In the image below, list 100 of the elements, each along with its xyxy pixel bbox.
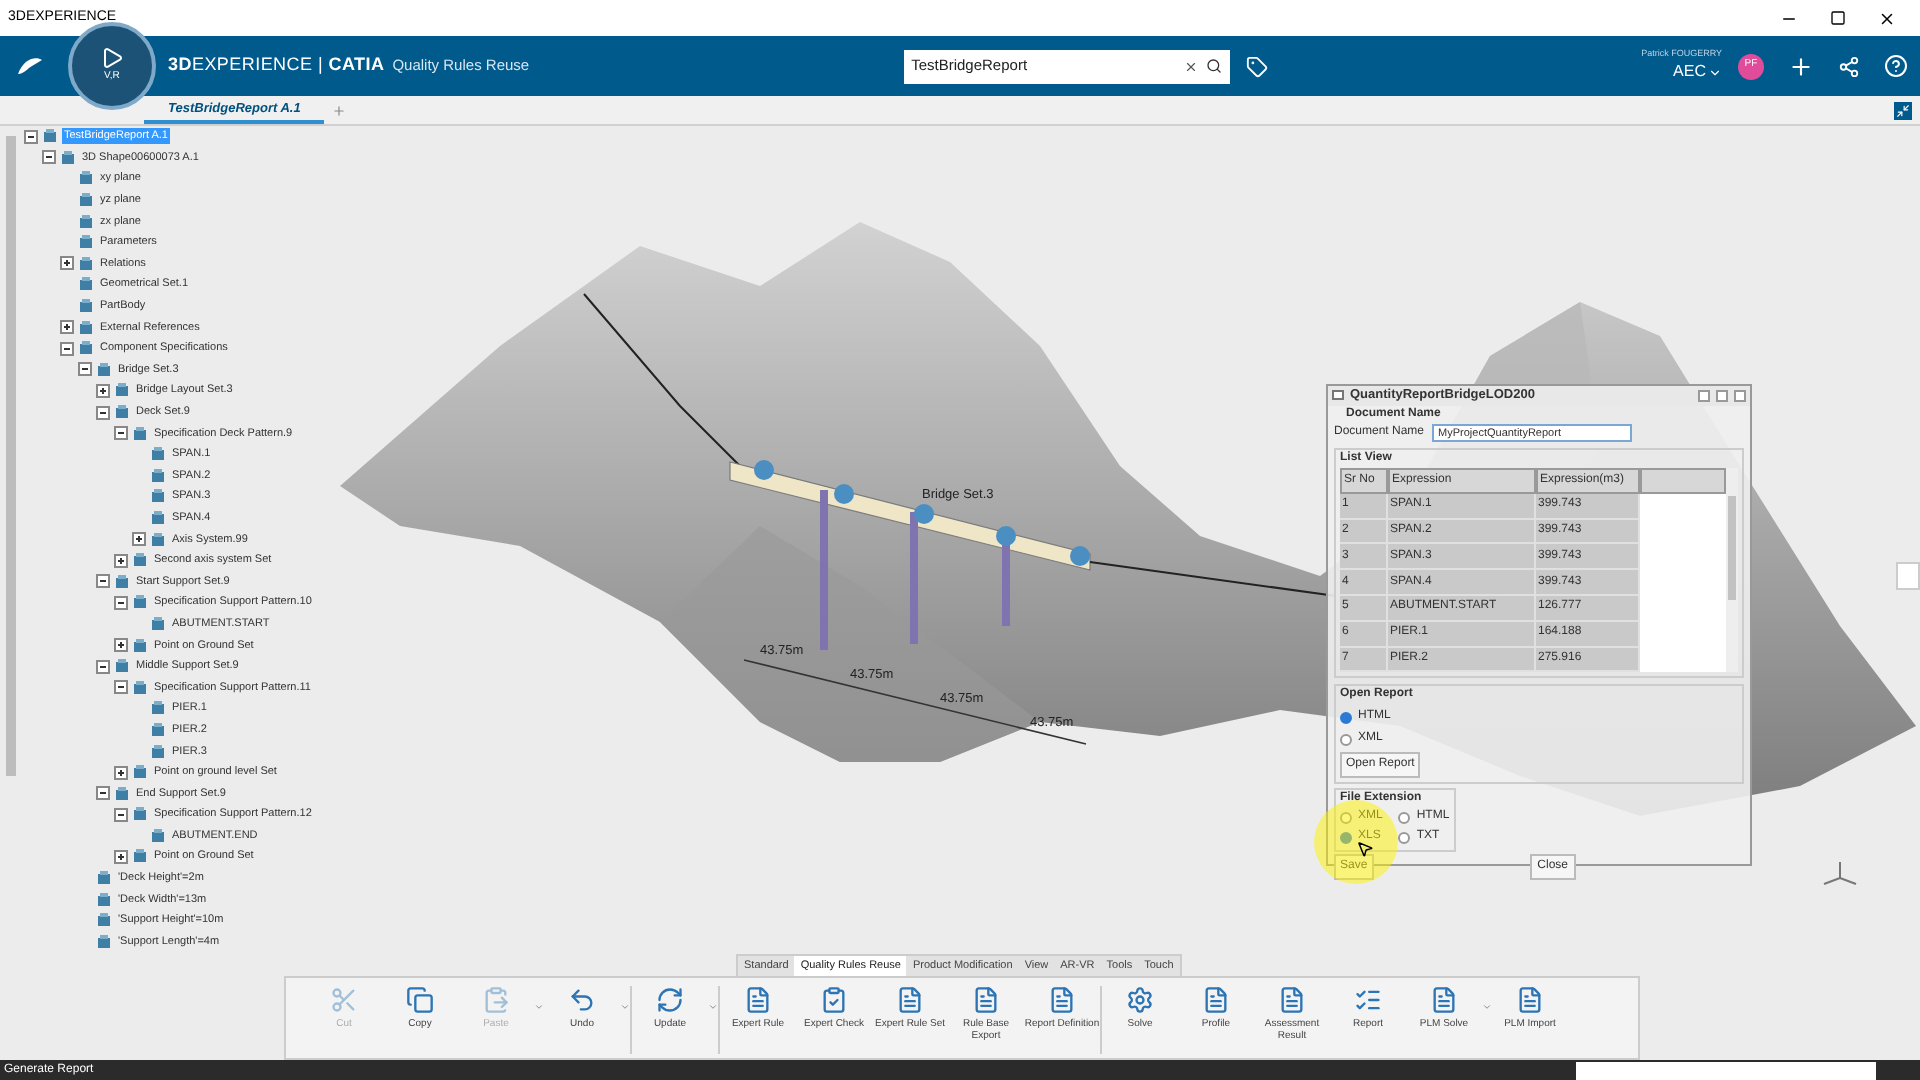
tree-node-icon [150, 615, 166, 632]
radio-button[interactable] [1340, 733, 1352, 746]
search-icon[interactable] [1205, 58, 1222, 74]
tree-node-icon [132, 806, 148, 823]
tool-icon [1516, 986, 1544, 1014]
expand-icon[interactable] [114, 553, 128, 568]
tree-node-icon [132, 552, 148, 569]
tree-node-icon [96, 361, 112, 378]
tool-icon [896, 986, 924, 1014]
compass-icon[interactable] [1820, 858, 1860, 886]
tree-node-icon [96, 933, 112, 950]
expand-icon[interactable] [60, 320, 74, 335]
tree-node-icon [96, 870, 112, 887]
window-icon [1332, 390, 1344, 401]
radio-button[interactable] [1340, 711, 1352, 724]
cursor-highlight [1314, 800, 1398, 884]
collapse-icon[interactable] [1894, 102, 1912, 120]
tree-node-icon [78, 340, 94, 357]
tool-icon [1430, 986, 1458, 1014]
brand-title: 3DEXPERIENCE | CATIA [168, 52, 385, 79]
tree-node-icon [42, 128, 58, 145]
tool-icon [482, 986, 510, 1014]
tree-node-icon [132, 679, 148, 696]
scroll-bar[interactable] [1726, 467, 1738, 673]
radio-button[interactable] [1398, 831, 1411, 844]
tool-icon [744, 986, 772, 1014]
tool-icon [1048, 986, 1076, 1014]
maximize-button[interactable] [1716, 389, 1728, 402]
close-icon[interactable] [1878, 9, 1896, 27]
expand-icon[interactable] [96, 383, 110, 398]
tree-node-icon [78, 298, 94, 315]
collapse-icon[interactable] [114, 426, 128, 441]
tree-node-icon [150, 488, 166, 505]
tree-node-icon [78, 192, 94, 209]
collapse-icon[interactable] [96, 405, 110, 420]
radio-button[interactable] [1398, 811, 1411, 824]
collapse-icon[interactable] [114, 680, 128, 695]
command-field[interactable] [1576, 1061, 1876, 1079]
maximize-icon[interactable] [1830, 9, 1846, 25]
tree-node-icon [132, 425, 148, 442]
tool-icon [972, 986, 1000, 1014]
tool-icon [1202, 986, 1230, 1014]
radio-button[interactable] [1340, 811, 1352, 824]
expand-icon[interactable] [114, 849, 128, 864]
expand-icon[interactable] [114, 638, 128, 653]
share-icon[interactable] [1838, 55, 1860, 77]
expand-icon[interactable] [132, 532, 146, 547]
expand-icon[interactable] [114, 765, 128, 780]
add-icon[interactable] [1788, 53, 1814, 79]
tree-node-icon [150, 446, 166, 463]
workspace-selector[interactable]: AEC [1673, 60, 1706, 85]
tool-icon [1278, 986, 1306, 1014]
close-button[interactable] [1734, 389, 1746, 402]
tag-icon[interactable] [1245, 55, 1268, 77]
tool-icon [1354, 986, 1382, 1014]
collapse-icon[interactable] [42, 150, 56, 165]
tree-node-icon [78, 234, 94, 251]
tree-node-icon [114, 382, 130, 399]
tree-node-icon [132, 764, 148, 781]
tree-node-icon [96, 891, 112, 908]
tree-node-icon [114, 573, 130, 590]
collapse-icon[interactable] [96, 786, 110, 801]
collapse-icon[interactable] [96, 659, 110, 674]
tree-node-icon [114, 404, 130, 421]
tree-node-icon [78, 319, 94, 336]
tool-icon [656, 986, 684, 1014]
tree-node-icon [150, 467, 166, 484]
scroll-bar[interactable] [6, 136, 16, 776]
tree-node-icon [78, 170, 94, 187]
tree-node-icon [150, 827, 166, 844]
tree-node-icon [150, 509, 166, 526]
tree-node-icon [132, 848, 148, 865]
tree-node-icon [114, 785, 130, 802]
tree-node-icon [150, 721, 166, 738]
play-icon[interactable] [100, 46, 124, 71]
caret-icon[interactable] [1708, 65, 1722, 80]
tool-icon [330, 986, 358, 1014]
collapse-icon[interactable] [114, 595, 128, 610]
collapse-icon[interactable] [78, 362, 92, 377]
tree-node-icon [60, 149, 76, 166]
expand-icon[interactable] [60, 256, 74, 271]
cursor-icon [1356, 840, 1374, 858]
tree-node-icon [150, 743, 166, 760]
collapse-icon[interactable] [24, 129, 38, 144]
minimize-button[interactable] [1698, 389, 1710, 402]
clear-icon[interactable] [1183, 59, 1198, 73]
collapse-icon[interactable] [96, 574, 110, 589]
collapse-icon[interactable] [60, 341, 74, 356]
tree-node-icon [96, 912, 112, 929]
tool-icon [568, 986, 596, 1014]
collapse-icon[interactable] [114, 807, 128, 822]
help-icon[interactable] [1884, 54, 1908, 78]
tree-node-icon [150, 700, 166, 717]
tool-icon [1126, 986, 1154, 1014]
radio-button[interactable] [1340, 831, 1352, 844]
tree-node-icon [78, 213, 94, 230]
tree-node-icon [150, 531, 166, 548]
tree-node-icon [78, 276, 94, 293]
tree-node-icon [114, 658, 130, 675]
tree-node-icon [78, 255, 94, 272]
